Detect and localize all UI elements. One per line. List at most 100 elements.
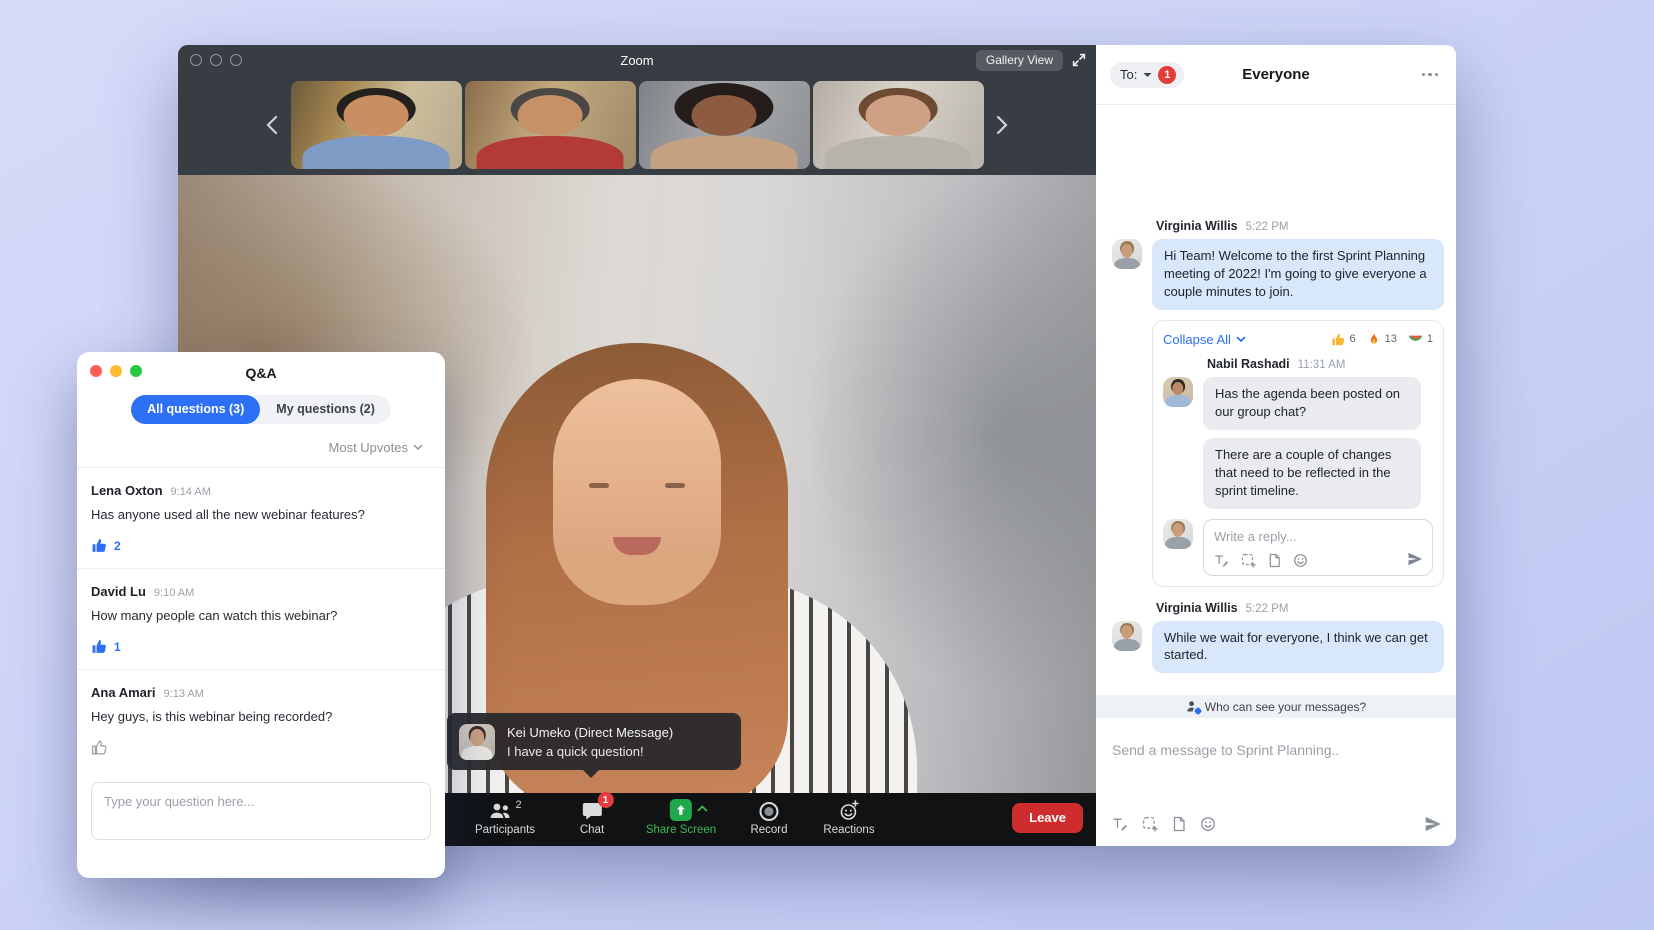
collapse-all-button[interactable]: Collapse All: [1163, 332, 1246, 347]
close-window-icon[interactable]: [90, 365, 102, 377]
message-time: 5:22 PM: [1246, 603, 1289, 615]
chat-header: To: 1 Everyone: [1096, 45, 1456, 105]
fullscreen-icon[interactable]: [1072, 53, 1086, 67]
format-text-icon[interactable]: [1214, 553, 1229, 568]
watermelon-reaction[interactable]: 1: [1408, 333, 1433, 345]
privacy-note[interactable]: Who can see your messages?: [1096, 695, 1456, 718]
recipient-selector[interactable]: To: 1: [1110, 62, 1184, 88]
reaction-group: 6 13 1: [1331, 332, 1434, 347]
chat-message: Virginia Willis 5:22 PM Hi Team! Welcome…: [1112, 219, 1444, 310]
screen-capture-icon[interactable]: [1142, 816, 1158, 832]
message-thread: Collapse All 6 1: [1152, 320, 1444, 587]
question-author: Ana Amari: [91, 685, 156, 700]
upvote-count: 2: [114, 539, 121, 553]
record-button[interactable]: Record: [750, 799, 787, 836]
upvote-button[interactable]: 1: [91, 638, 431, 655]
speaker-face: [553, 379, 721, 605]
chevron-down-icon: [1236, 336, 1246, 343]
share-options-icon[interactable]: [697, 805, 708, 812]
share-screen-icon: [670, 799, 692, 821]
avatar: [1112, 621, 1142, 651]
question-author: David Lu: [91, 584, 146, 599]
gallery-view-button[interactable]: Gallery View: [976, 50, 1063, 71]
participants-button[interactable]: 2 Participants: [475, 799, 535, 836]
question-input[interactable]: [104, 794, 418, 809]
attach-file-icon[interactable]: [1172, 816, 1186, 832]
window-title: Zoom: [178, 53, 1096, 68]
question-list: Lena Oxton 9:14 AM Has anyone used all t…: [77, 467, 445, 770]
upvote-button[interactable]: 2: [91, 537, 431, 554]
upvote-button[interactable]: [91, 739, 431, 756]
gallery-strip: [178, 75, 1096, 175]
participants-icon: [488, 801, 512, 821]
desktop: Zoom Gallery View: [0, 0, 1654, 930]
participant-video-3: [639, 81, 810, 169]
chat-badge: 1: [597, 792, 613, 808]
message-bubble: While we wait for everyone, I think we c…: [1152, 621, 1444, 674]
qa-window: Q&A All questions (3) My questions (2) M…: [77, 352, 445, 878]
reply-input[interactable]: Write a reply...: [1203, 519, 1433, 576]
message-author: Virginia Willis: [1156, 219, 1238, 233]
chat-more-menu-icon[interactable]: [1418, 69, 1443, 81]
notification-body: I have a quick question!: [507, 744, 673, 759]
emoji-icon[interactable]: [1200, 816, 1216, 832]
message-bubble: There are a couple of changes that need …: [1203, 438, 1421, 509]
chat-panel: To: 1 Everyone Virginia Willis 5:22 PM: [1096, 45, 1456, 846]
send-message-icon[interactable]: [1424, 815, 1442, 833]
message-author: Virginia Willis: [1156, 601, 1238, 615]
avatar: [459, 724, 495, 760]
leave-button[interactable]: Leave: [1012, 803, 1083, 833]
minimize-window-icon[interactable]: [210, 54, 222, 66]
tab-my-questions[interactable]: My questions (2): [260, 395, 391, 424]
qa-tabs: All questions (3) My questions (2): [77, 395, 445, 424]
thumbs-up-icon: [91, 638, 108, 655]
window-controls[interactable]: [90, 365, 142, 377]
attach-file-icon[interactable]: [1268, 553, 1281, 568]
screen-capture-icon[interactable]: [1241, 553, 1256, 568]
question-time: 9:10 AM: [154, 587, 194, 599]
question-time: 9:13 AM: [164, 688, 204, 700]
message-time: 5:22 PM: [1246, 221, 1289, 233]
avatar: [1163, 519, 1193, 549]
participant-video-2: [465, 81, 636, 169]
close-window-icon[interactable]: [190, 54, 202, 66]
tab-all-questions[interactable]: All questions (3): [131, 395, 260, 424]
notification-title: Kei Umeko (Direct Message): [507, 725, 673, 740]
chat-button[interactable]: 1 Chat: [580, 799, 604, 836]
sort-dropdown[interactable]: Most Upvotes: [77, 424, 445, 467]
minimize-window-icon[interactable]: [110, 365, 122, 377]
message-author: Nabil Rashadi: [1207, 357, 1290, 371]
thumbs-up-icon: [91, 739, 108, 756]
message-bubble: Hi Team! Welcome to the first Sprint Pla…: [1152, 239, 1444, 310]
reactions-button[interactable]: Reactions: [823, 799, 874, 836]
maximize-window-icon[interactable]: [130, 365, 142, 377]
question-item: Lena Oxton 9:14 AM Has anyone used all t…: [77, 468, 445, 569]
gallery-next-icon[interactable]: [992, 112, 1012, 138]
emoji-icon[interactable]: [1293, 553, 1308, 568]
share-screen-button[interactable]: Share Screen: [646, 799, 716, 836]
upvote-count: 1: [114, 640, 121, 654]
question-text: Hey guys, is this webinar being recorded…: [91, 709, 431, 724]
message-bubble: Has the agenda been posted on our group …: [1203, 377, 1421, 430]
compose-area[interactable]: Send a message to Sprint Planning..: [1096, 718, 1456, 846]
format-text-icon[interactable]: [1112, 816, 1128, 832]
send-reply-icon[interactable]: [1407, 551, 1423, 567]
question-time: 9:14 AM: [171, 486, 211, 498]
gallery-prev-icon[interactable]: [262, 112, 282, 138]
unread-badge: 1: [1158, 66, 1176, 84]
participants-count: 2: [515, 799, 521, 811]
fire-reaction[interactable]: 13: [1367, 332, 1397, 347]
message-time: 11:31 AM: [1298, 359, 1346, 371]
thumbs-up-reaction[interactable]: 6: [1331, 332, 1356, 347]
participant-video-1: [291, 81, 462, 169]
chevron-down-icon: [1143, 72, 1152, 78]
question-item: Ana Amari 9:13 AM Hey guys, is this webi…: [77, 670, 445, 770]
reply-placeholder: Write a reply...: [1214, 529, 1422, 544]
maximize-window-icon[interactable]: [230, 54, 242, 66]
chat-message: Virginia Willis 5:22 PM While we wait fo…: [1112, 601, 1444, 674]
thumbs-up-icon: [91, 537, 108, 554]
question-input-wrap: [91, 782, 431, 840]
record-icon: [759, 802, 778, 821]
window-controls[interactable]: [190, 54, 242, 66]
dm-notification[interactable]: Kei Umeko (Direct Message) I have a quic…: [447, 713, 741, 770]
